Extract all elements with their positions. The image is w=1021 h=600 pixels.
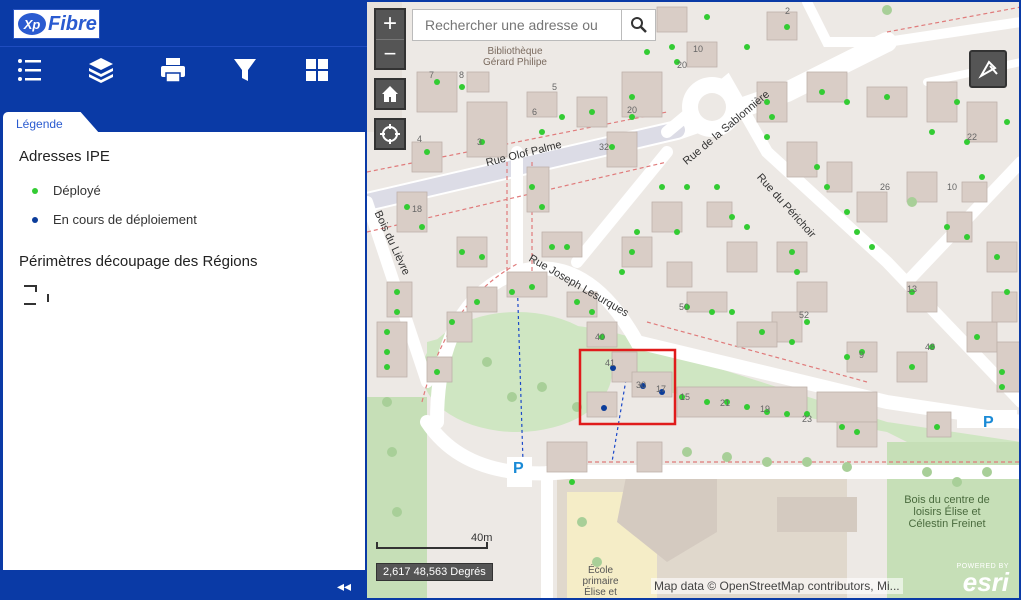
house-number: 32 [599, 142, 610, 152]
house-number: 9 [859, 350, 865, 360]
esri-logo: POWERED BY esri [957, 563, 1009, 597]
zoom-controls: + − [374, 8, 406, 70]
map-attribution: Map data © OpenStreetMap contributors, M… [651, 578, 903, 594]
layers-button[interactable] [86, 55, 116, 85]
house-number: 19 [760, 404, 771, 414]
blue-dot-icon [32, 216, 38, 223]
zoom-in-button[interactable]: + [383, 10, 397, 39]
house-number: 15 [680, 392, 691, 402]
house-number: 41 [605, 358, 616, 368]
parking-icon: P [983, 414, 994, 431]
house-number: 20 [677, 60, 688, 70]
grid-icon [306, 59, 328, 81]
house-number: 17 [656, 384, 667, 394]
home-icon [382, 86, 398, 102]
print-button[interactable] [158, 55, 188, 85]
house-number: 7 [429, 70, 435, 80]
home-button[interactable] [374, 78, 406, 110]
left-panel: Xp Fibre Légende Adresses IPE Déployé En… [0, 0, 367, 600]
panel-footer: ◂◂ [0, 574, 367, 600]
legend-item-label: Déployé [53, 183, 101, 198]
widgets-button[interactable] [302, 55, 332, 85]
coordinates-readout: 2,617 48,563 Degrés [376, 563, 493, 581]
crosshair-icon [380, 124, 400, 144]
parking-icon: P [513, 460, 524, 477]
locate-button[interactable] [374, 118, 406, 150]
house-number: 13 [907, 284, 918, 294]
filter-button[interactable] [230, 55, 260, 85]
house-number: 30 [636, 380, 647, 390]
logo-mark: Xp [18, 13, 46, 35]
list-icon [18, 59, 41, 81]
legend-content: Adresses IPE Déployé En cours de déploie… [3, 132, 365, 570]
tab-legend[interactable]: Légende [3, 112, 100, 134]
house-number: 4 [417, 134, 423, 144]
library-label: Bibliothèque Gérard Philipe [483, 46, 547, 68]
panel-toolbar [0, 46, 367, 92]
house-number: 40 [595, 332, 606, 342]
green-dot-icon [32, 187, 38, 194]
legend-section-title: Périmètres découpage des Régions [19, 253, 258, 270]
house-number: 10 [947, 182, 958, 192]
house-number: 26 [880, 182, 891, 192]
legend-item-label: En cours de déploiement [53, 212, 197, 227]
house-number: 3 [477, 137, 483, 147]
map-view[interactable]: 7 8 5 6 4 3 20 10 32 18 20 22 2 10 30 17… [367, 0, 1021, 600]
park-label: Bois du centre de loisirs Élise et Céles… [904, 494, 990, 530]
collapse-panel-button[interactable]: ◂◂ [337, 578, 351, 595]
house-number: 22 [967, 132, 978, 142]
search-icon [630, 17, 647, 33]
address-search [412, 9, 656, 41]
house-number: 6 [532, 107, 538, 117]
search-button[interactable] [621, 10, 655, 40]
print-icon [161, 58, 185, 83]
measure-icon [978, 60, 998, 79]
scale-label: 40m [471, 532, 493, 544]
filter-icon [234, 59, 256, 81]
house-number: 8 [459, 70, 465, 80]
house-number: 52 [799, 310, 810, 320]
house-number: 5 [552, 82, 558, 92]
legend-section-title: Adresses IPE [19, 148, 110, 165]
zoom-out-button[interactable]: − [376, 38, 404, 68]
xpfibre-logo: Xp Fibre [13, 9, 100, 39]
layers-icon [89, 58, 113, 83]
school-label: École primaire Élise et [582, 565, 619, 598]
legend-item: En cours de déploiement [19, 212, 349, 227]
search-input[interactable] [413, 10, 621, 40]
house-number: 10 [693, 44, 704, 54]
legend-item: Déployé [19, 183, 349, 198]
house-number: 50 [679, 302, 690, 312]
house-number: 2 [785, 6, 791, 16]
esri-logo-text: esri [962, 567, 1009, 597]
measure-tool-button[interactable] [969, 50, 1007, 88]
house-number: 48 [925, 342, 936, 352]
house-number: 18 [412, 204, 423, 214]
logo-text: Fibre [48, 12, 97, 35]
house-number: 20 [627, 105, 638, 115]
scale-bar: 40m [376, 532, 492, 549]
legend-list-button[interactable] [15, 55, 45, 85]
region-boundary-icon [24, 285, 49, 305]
house-number: 23 [802, 414, 813, 424]
house-number: 21 [720, 398, 731, 408]
